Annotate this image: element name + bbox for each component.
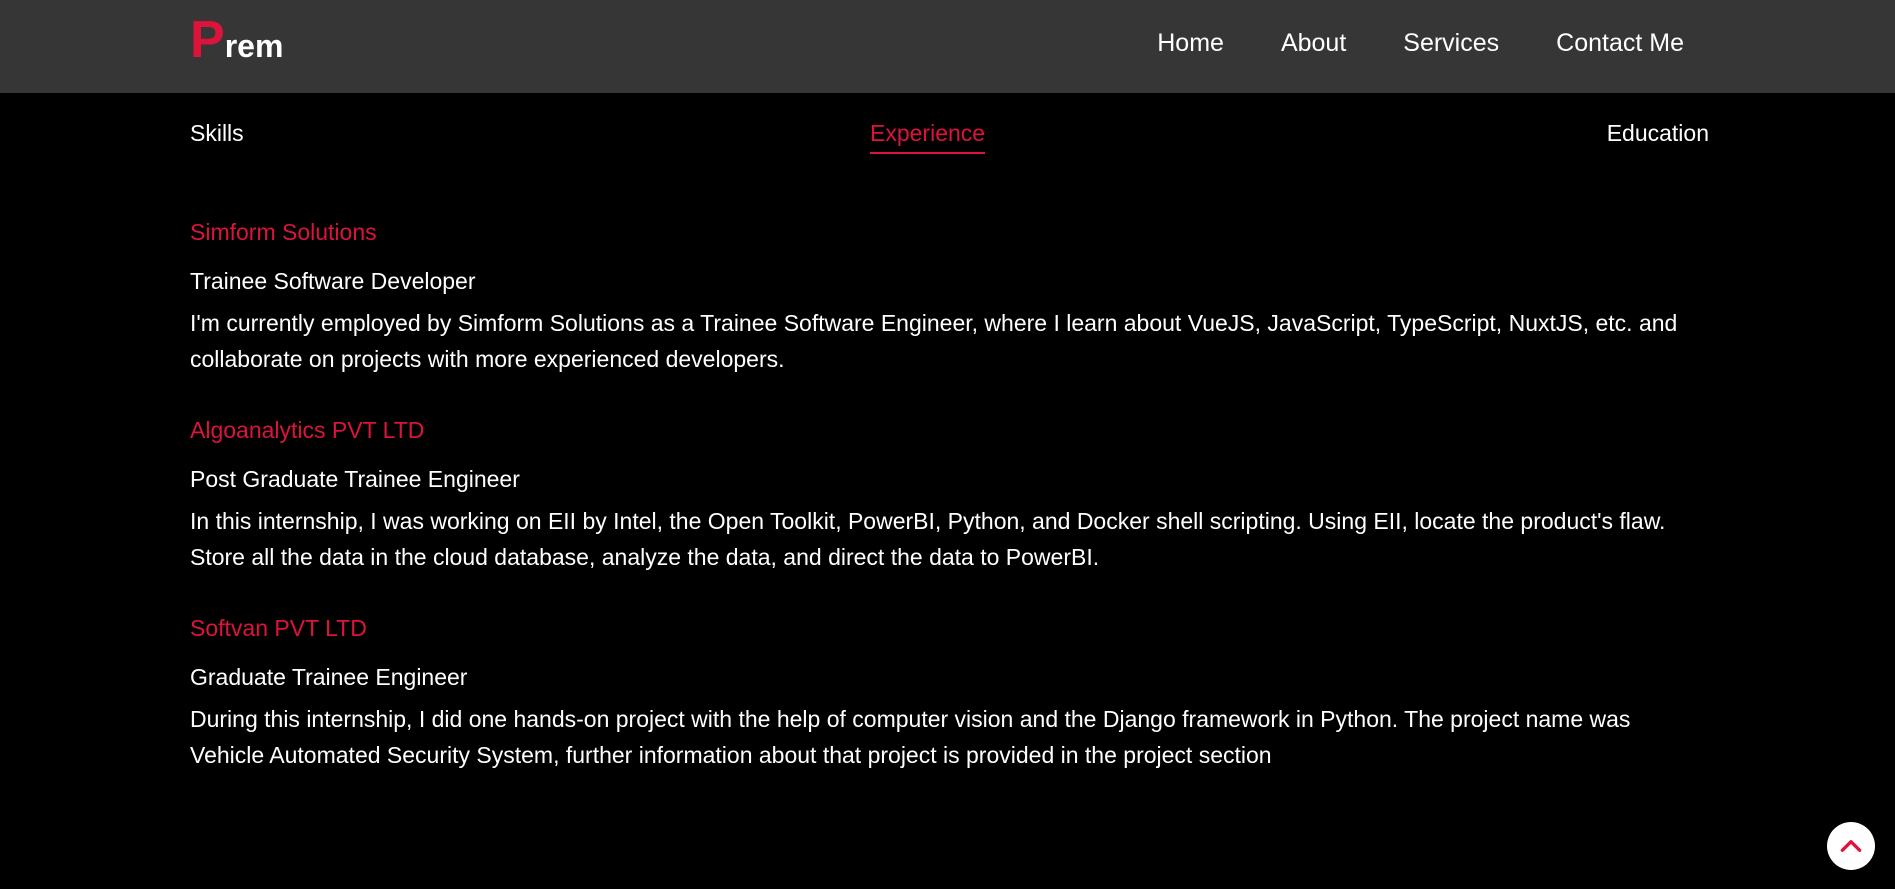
company-name: Simform Solutions [190, 219, 377, 245]
logo-initial: P [190, 11, 225, 69]
company-name: Algoanalytics PVT LTD [190, 417, 425, 443]
job-title: Trainee Software Developer [190, 268, 476, 294]
tab-experience[interactable]: Experience [870, 120, 986, 154]
company-name: Softvan PVT LTD [190, 615, 367, 641]
tab-education[interactable]: Education [1607, 120, 1709, 152]
nav-services-link[interactable]: Services [1403, 29, 1499, 58]
nav-menu: Home About Services Contact Me [1157, 29, 1684, 58]
navbar: Prem Home About Services Contact Me [0, 0, 1895, 93]
job-title: Graduate Trainee Engineer [190, 664, 468, 690]
tab-skills[interactable]: Skills [190, 120, 244, 152]
experience-list: Simform Solutions Trainee Software Devel… [190, 218, 1709, 812]
experience-item: Simform Solutions Trainee Software Devel… [190, 218, 1709, 377]
scroll-to-top-button[interactable] [1827, 822, 1875, 870]
job-title: Post Graduate Trainee Engineer [190, 466, 520, 492]
logo-text: rem [224, 28, 284, 64]
nav-contact-link[interactable]: Contact Me [1556, 29, 1684, 58]
nav-home-link[interactable]: Home [1157, 29, 1224, 58]
job-description: During this internship, I did one hands-… [190, 706, 1631, 768]
chevron-up-icon [1840, 840, 1862, 852]
experience-item: Softvan PVT LTD Graduate Trainee Enginee… [190, 614, 1709, 773]
job-description: In this internship, I was working on EII… [190, 508, 1666, 570]
job-description: I'm currently employed by Simform Soluti… [190, 310, 1678, 372]
qualification-tabs: Skills Experience Education [190, 120, 1709, 160]
logo[interactable]: Prem [190, 14, 283, 66]
nav-about-link[interactable]: About [1281, 29, 1346, 58]
experience-item: Algoanalytics PVT LTD Post Graduate Trai… [190, 416, 1709, 575]
